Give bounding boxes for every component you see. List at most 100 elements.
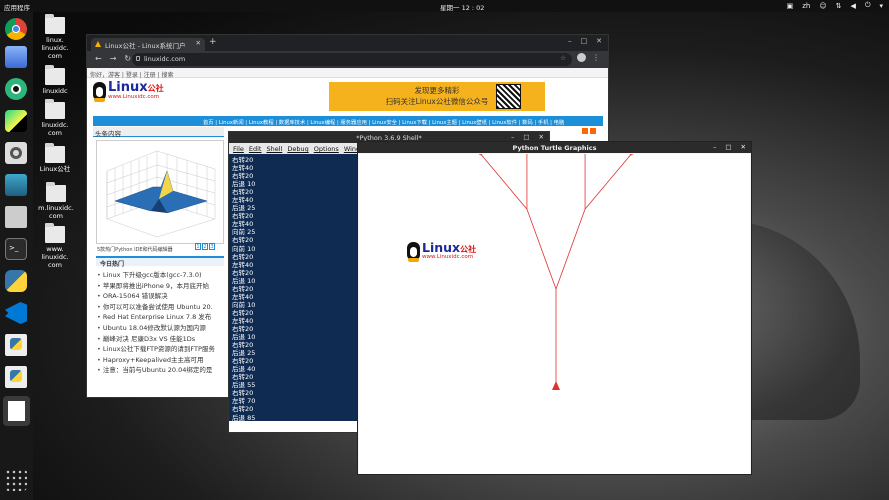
shell-line: 左转40 <box>232 260 254 269</box>
idle-icon[interactable] <box>5 334 27 356</box>
new-tab-icon[interactable]: + <box>209 37 217 47</box>
desktop-folder[interactable]: linux. linuxidc. com <box>37 14 73 60</box>
menu-edit[interactable]: Edit <box>249 145 262 154</box>
rss-icon[interactable] <box>582 128 588 134</box>
bookmark-star-icon[interactable]: ☆ <box>560 54 566 62</box>
article-image[interactable] <box>96 140 224 244</box>
list-item[interactable]: Linux公社下载FTP资源的请到FTP服务 <box>97 343 227 354</box>
turtle-title: Python Turtle Graphics <box>512 144 597 152</box>
input-method-label[interactable]: zh <box>802 2 810 10</box>
desktop-folder-label: linuxidc <box>42 87 68 95</box>
clipboard-icon[interactable]: ▣ <box>787 2 794 10</box>
menu-file[interactable]: File <box>233 145 244 154</box>
login-links[interactable]: 你好，游客 | 登录 | 注册 | 搜索 <box>87 68 608 79</box>
forward-icon[interactable]: → <box>110 54 117 63</box>
turtle-canvas[interactable]: Linux公社 www.Linuxidc.com <box>359 154 750 474</box>
list-item[interactable]: 巅峰对决 尼康D3x VS 佳能1Ds <box>97 333 227 344</box>
pycharm-icon[interactable] <box>5 110 27 132</box>
shell-line: 后退 25 <box>232 349 256 358</box>
list-item[interactable]: Linux 下升级gcc版本(gcc-7.3.0) <box>97 269 227 280</box>
screenshot-icon[interactable] <box>5 206 27 228</box>
shell-line: 右转20 <box>232 284 254 293</box>
shell-line: 右转20 <box>232 341 254 350</box>
back-icon[interactable]: ← <box>95 54 102 63</box>
desktop-folder-label: linuxidc. com <box>41 121 69 137</box>
browser-tab[interactable]: Linux公社 - Linux系统门户 ✕ <box>91 38 205 51</box>
folder-icon <box>46 182 66 202</box>
list-item[interactable]: Haproxy+Keepalived主主高可用 <box>97 354 227 365</box>
turtle-titlebar[interactable]: Python Turtle Graphics – □ ✕ <box>358 142 751 153</box>
menu-debug[interactable]: Debug <box>287 145 308 154</box>
pager-item[interactable]: 2 <box>202 243 208 250</box>
monitor-icon[interactable] <box>5 142 27 164</box>
rss-icons <box>582 128 596 134</box>
lock-icon[interactable] <box>136 56 140 61</box>
tree-branch <box>629 154 634 156</box>
browser-toolbar: ← → ↻ linuxidc.com ☆ ⋮ <box>87 51 608 68</box>
show-apps-icon[interactable] <box>5 469 27 491</box>
reload-icon[interactable]: ↻ <box>124 54 131 63</box>
close-icon[interactable]: ✕ <box>741 143 746 151</box>
account-icon[interactable] <box>577 53 586 62</box>
maximize-icon[interactable]: □ <box>725 143 731 151</box>
terminal-icon[interactable]: >_ <box>5 238 27 260</box>
maximize-icon[interactable]: □ <box>523 133 529 141</box>
software-icon[interactable] <box>5 174 27 196</box>
accessibility-icon[interactable]: ☺ <box>819 2 826 10</box>
site-nav-bar[interactable]: 首页 | Linux新闻 | Linux教程 | 数据库技术 | Linux编程… <box>93 116 603 126</box>
shell-line: 右转20 <box>232 405 254 414</box>
list-item[interactable]: Red Hat Enterprise Linux 7.8 发布 <box>97 311 227 322</box>
menu-options[interactable]: Options <box>314 145 339 154</box>
shell-output[interactable]: 右转20 左转40 右转20 后退 10 右转20 左转40 后退 25 右转20 左转40 向前… <box>229 154 357 432</box>
logo-cn: 公社 <box>147 84 164 93</box>
python-icon[interactable] <box>5 270 27 292</box>
list-item[interactable]: 注意：当前与Ubuntu 20.04绑定的是 <box>97 364 227 375</box>
desktop-folder[interactable]: Linux公社 <box>37 143 73 173</box>
desktop-folder[interactable]: linuxidc. com <box>37 99 73 137</box>
kebab-menu-icon[interactable]: ⋮ <box>592 53 600 62</box>
close-icon[interactable]: ✕ <box>539 133 544 141</box>
close-icon[interactable]: ✕ <box>596 37 602 45</box>
tab-title: Linux公社 - Linux系统门户 <box>105 42 186 50</box>
close-tab-icon[interactable]: ✕ <box>196 39 201 47</box>
idle-icon-2[interactable] <box>5 366 27 388</box>
chrome-icon[interactable] <box>5 18 27 40</box>
chevron-down-icon[interactable]: ▾ <box>879 2 883 10</box>
volume-icon[interactable]: ◀ <box>851 2 856 10</box>
turtle-app-icon[interactable] <box>3 396 30 426</box>
tree-branch <box>584 155 631 210</box>
clock[interactable]: 星期一 12 : 02 <box>440 2 484 12</box>
list-item[interactable]: 你可以可以准备尝试使用 Ubuntu 20. <box>97 301 227 312</box>
minimize-icon[interactable]: – <box>713 143 716 151</box>
image-caption[interactable]: 5款热门Python IDE和代码编辑器 <box>97 246 173 253</box>
shell-line: 后退 10 <box>232 276 256 285</box>
power-icon[interactable]: ⏻ <box>865 1 871 10</box>
minimize-icon[interactable]: – <box>511 133 514 141</box>
pager-item[interactable]: 1 <box>195 243 201 250</box>
folder-icon <box>45 99 65 119</box>
section-title: 头条内容 <box>93 127 224 138</box>
turtle-window: Python Turtle Graphics – □ ✕ Linux公社 www… <box>357 141 752 475</box>
pycharm-edu-icon[interactable] <box>5 78 27 100</box>
minimize-icon[interactable]: – <box>568 37 572 45</box>
vscode-icon[interactable] <box>5 302 27 324</box>
applications-menu[interactable]: 应用程序 <box>4 2 30 12</box>
menu-shell[interactable]: Shell <box>266 145 282 154</box>
list-item[interactable]: ORA-15064 错误解决 <box>97 290 227 301</box>
shell-line: 右转20 <box>232 252 254 261</box>
rss-icon[interactable] <box>590 128 596 134</box>
wechat-banner[interactable]: 发现更多精彩 扫码关注Linux公社微信公众号 <box>329 82 545 111</box>
desktop-folder[interactable]: www. linuxidc. com <box>37 223 73 269</box>
address-bar[interactable]: linuxidc.com ☆ <box>132 53 572 66</box>
files-icon[interactable] <box>5 46 27 68</box>
list-item[interactable]: Ubuntu 18.04修改默认源为国内源 <box>97 322 227 333</box>
qr-code-icon <box>496 84 521 109</box>
list-item[interactable]: 苹果即将推出iPhone 9，本月底开始 <box>97 280 227 291</box>
tree-branch <box>555 208 586 290</box>
window-controls: – □ ✕ <box>511 133 544 141</box>
network-icon[interactable]: ⇅ <box>836 2 842 10</box>
pager-item[interactable]: 3 <box>209 243 215 250</box>
desktop-folder[interactable]: linuxidc <box>37 65 73 95</box>
desktop-folder[interactable]: m.linuxidc. com <box>34 182 78 220</box>
maximize-icon[interactable]: □ <box>581 37 588 45</box>
